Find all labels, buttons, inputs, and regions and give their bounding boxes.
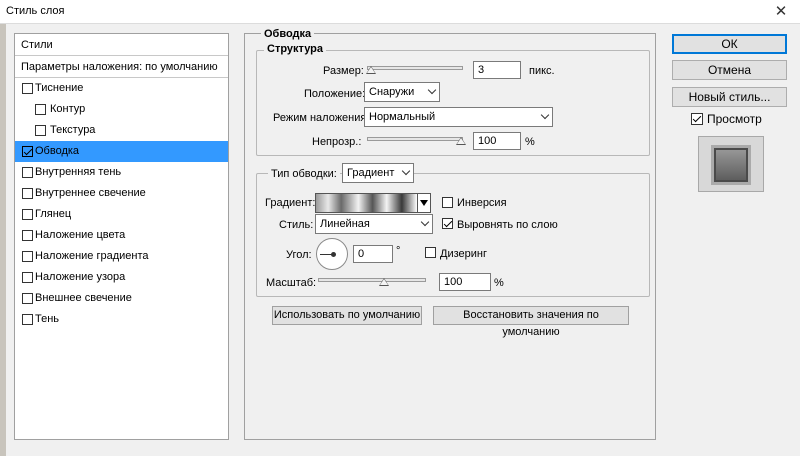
effect-label: Контур (50, 103, 86, 115)
angle-label: Угол: (286, 249, 312, 261)
styles-header[interactable]: Стили (15, 34, 228, 56)
align-with-layer-label: Выровнять по слою (457, 219, 558, 231)
opacity-slider-thumb[interactable] (456, 137, 466, 145)
effect-checkbox[interactable] (22, 167, 33, 178)
effect-checkbox[interactable] (22, 83, 33, 94)
effect-label: Наложение узора (35, 271, 126, 283)
angle-dial-center (331, 252, 336, 257)
fill-type-select[interactable]: Градиент (342, 163, 414, 183)
effect-item-texture[interactable]: Текстура (15, 120, 228, 141)
effect-item-contour[interactable]: Контур (15, 99, 228, 120)
reset-to-default-button[interactable]: Восстановить значения по умолчанию (433, 306, 629, 338)
effect-item-stroke[interactable]: Обводка (15, 141, 228, 162)
reverse-checkbox[interactable] (442, 197, 453, 208)
size-label: Размер: (323, 65, 364, 77)
style-label: Стиль: (279, 219, 314, 231)
effect-checkbox[interactable] (22, 314, 33, 325)
effect-checkbox[interactable] (22, 230, 33, 241)
effect-label: Обводка (35, 145, 80, 157)
position-label: Положение: (304, 88, 366, 100)
angle-dial[interactable] (316, 238, 348, 270)
reverse-label: Инверсия (457, 197, 507, 209)
effect-item-satin[interactable]: Глянец (15, 204, 228, 225)
effect-checkbox[interactable] (22, 272, 33, 283)
opacity-slider[interactable] (367, 137, 463, 141)
size-slider-thumb[interactable] (366, 66, 376, 74)
scale-slider[interactable] (318, 278, 426, 282)
dither-checkbox[interactable] (425, 247, 436, 258)
structure-group-title: Структура (264, 43, 326, 55)
size-unit: пикс. (529, 65, 555, 77)
scale-input[interactable]: 100 (439, 273, 491, 291)
chevron-down-icon (427, 85, 437, 95)
background-edge (0, 24, 6, 456)
position-value: Снаружи (369, 86, 415, 98)
effect-label: Внешнее свечение (35, 292, 132, 304)
gradient-style-value: Линейная (320, 218, 370, 230)
make-default-button[interactable]: Использовать по умолчанию (272, 306, 422, 325)
effect-checkbox[interactable] (22, 293, 33, 304)
preview-checkbox[interactable] (691, 113, 703, 125)
style-preview-swatch (711, 145, 751, 185)
size-slider[interactable] (367, 66, 463, 70)
scale-unit: % (494, 277, 504, 289)
title-bar: Стиль слоя ✕ (0, 0, 800, 24)
effect-item-outer-glow[interactable]: Внешнее свечение (15, 288, 228, 309)
stroke-section-title: Обводка (261, 28, 315, 40)
window-title: Стиль слоя (6, 5, 65, 17)
effect-checkbox[interactable] (35, 104, 46, 115)
fill-type-value: Градиент (347, 167, 395, 179)
effect-checkbox[interactable] (22, 251, 33, 262)
fill-type-label: Тип обводки: (268, 168, 340, 180)
effect-label: Тиснение (35, 82, 84, 94)
dither-label: Дизеринг (440, 248, 487, 260)
effect-label: Глянец (35, 208, 72, 220)
blend-mode-select[interactable]: Нормальный (364, 107, 553, 127)
effect-label: Текстура (50, 124, 96, 136)
blend-mode-value: Нормальный (369, 111, 436, 123)
effect-label: Наложение градиента (35, 250, 149, 262)
gradient-style-select[interactable]: Линейная (315, 214, 433, 234)
position-select[interactable]: Снаружи (364, 82, 440, 102)
preview-label: Просмотр (707, 112, 762, 126)
effect-label: Внутренняя тень (35, 166, 122, 178)
blending-options-item[interactable]: Параметры наложения: по умолчанию (15, 56, 228, 78)
effect-label: Тень (35, 313, 60, 325)
style-preview (698, 136, 764, 192)
effect-item-inner-glow[interactable]: Внутреннее свечение (15, 183, 228, 204)
scale-label: Масштаб: (266, 277, 317, 289)
effect-checkbox[interactable] (22, 146, 33, 157)
effect-label: Наложение цвета (35, 229, 126, 241)
opacity-unit: % (525, 136, 535, 148)
chevron-down-icon (420, 217, 430, 227)
chevron-down-icon (540, 110, 550, 120)
scale-slider-thumb[interactable] (379, 278, 389, 286)
effect-item-inner-shadow[interactable]: Внутренняя тень (15, 162, 228, 183)
gradient-label: Градиент: (265, 197, 316, 209)
angle-unit: ° (396, 245, 401, 257)
angle-input[interactable]: 0 (353, 245, 393, 263)
chevron-down-icon (401, 166, 411, 176)
effect-item-color-overlay[interactable]: Наложение цвета (15, 225, 228, 246)
styles-list: Стили Параметры наложения: по умолчанию … (14, 33, 229, 440)
effect-checkbox[interactable] (22, 209, 33, 220)
opacity-input[interactable]: 100 (473, 132, 521, 150)
new-style-button[interactable]: Новый стиль... (672, 87, 787, 107)
opacity-label: Непрозр.: (312, 136, 362, 148)
ok-button[interactable]: ОК (672, 34, 787, 54)
effect-label: Внутреннее свечение (35, 187, 146, 199)
effect-item-bevel-emboss[interactable]: Тиснение (15, 78, 228, 99)
align-with-layer-checkbox[interactable] (442, 218, 453, 229)
effect-item-drop-shadow[interactable]: Тень (15, 309, 228, 330)
effect-checkbox[interactable] (22, 188, 33, 199)
effect-item-pattern-overlay[interactable]: Наложение узора (15, 267, 228, 288)
effect-checkbox[interactable] (35, 125, 46, 136)
size-input[interactable]: 3 (473, 61, 521, 79)
gradient-preview[interactable] (315, 193, 418, 213)
gradient-dropdown-arrow-icon[interactable] (417, 193, 431, 213)
close-icon[interactable]: ✕ (766, 1, 796, 23)
cancel-button[interactable]: Отмена (672, 60, 787, 80)
blend-mode-label: Режим наложения: (273, 112, 370, 124)
effect-item-gradient-overlay[interactable]: Наложение градиента (15, 246, 228, 267)
